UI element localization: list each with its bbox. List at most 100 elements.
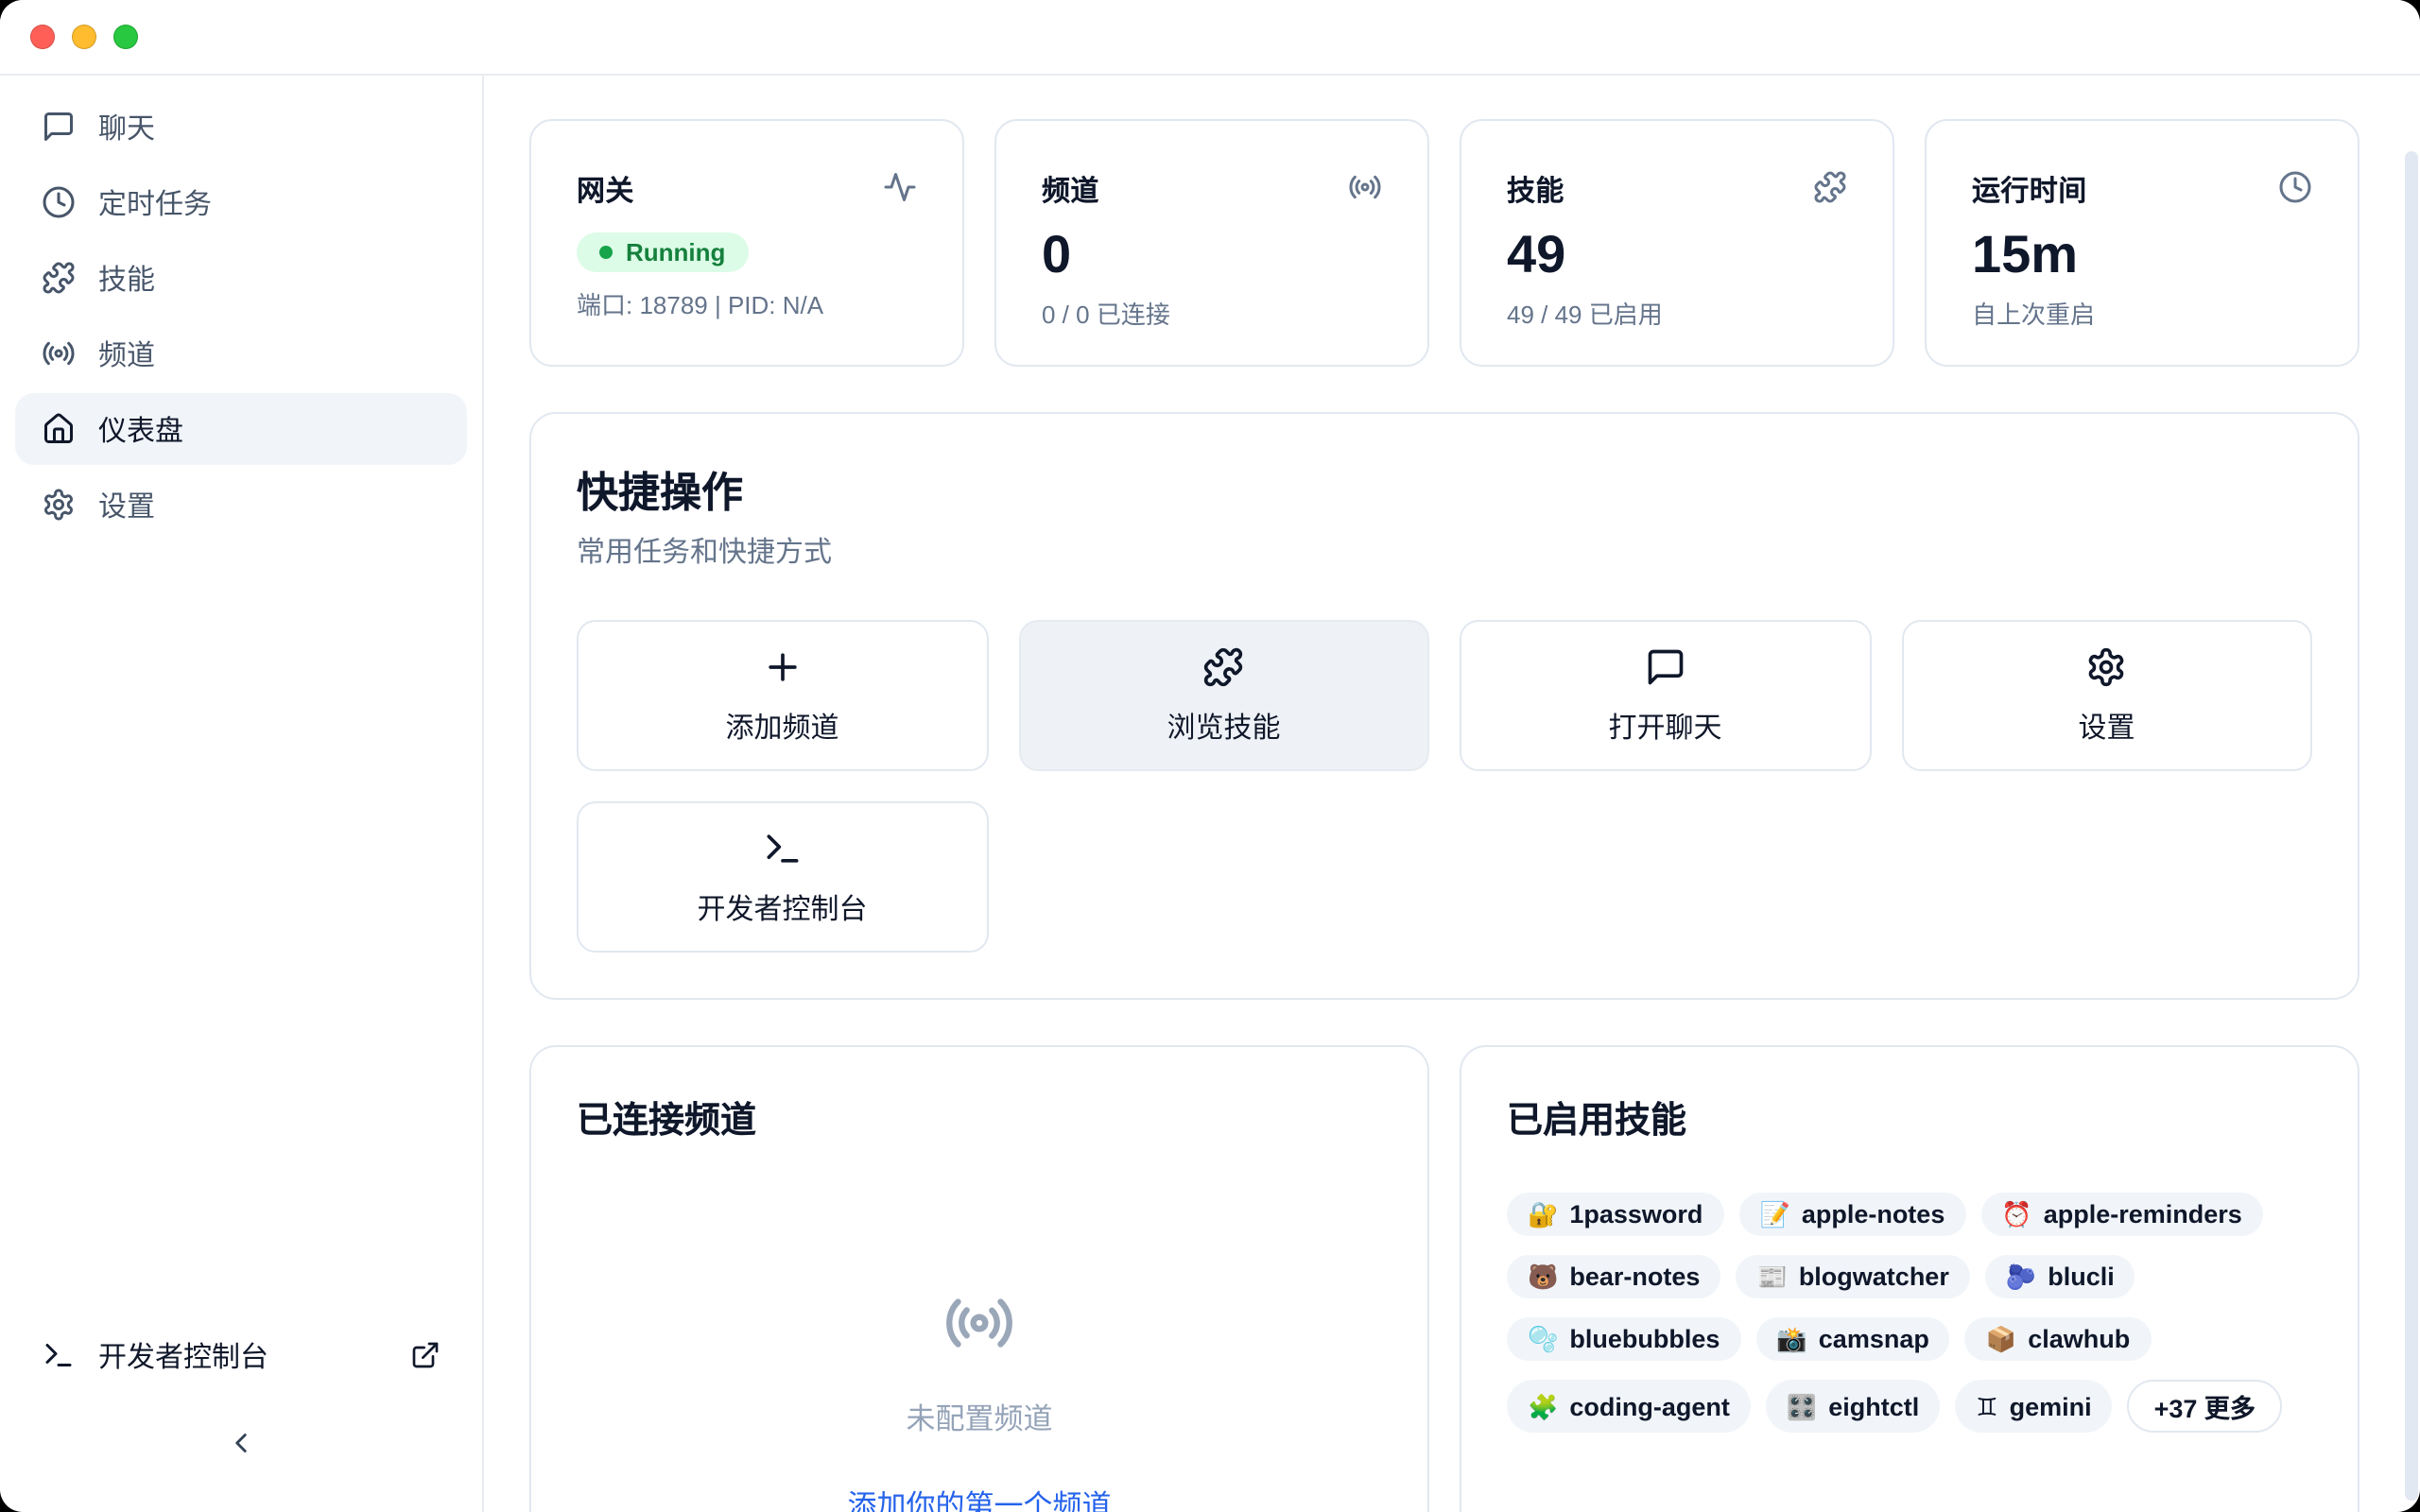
- quick-action-settings[interactable]: 设置: [1901, 620, 2312, 771]
- enabled-skills-card: 已启用技能 🔐1password 📝 apple-notes ⏰ apple-remin…: [1460, 1045, 2360, 1512]
- scrollbar-thumb[interactable]: [2405, 151, 2418, 1501]
- skill-emoji: 📝: [1759, 1202, 1789, 1227]
- stat-card-subtext: 49 / 49 已启用: [1507, 295, 1847, 331]
- skill-chip-gemini[interactable]: ♊gemini: [1955, 1380, 2112, 1433]
- skill-name: coding-agent: [1569, 1392, 1730, 1420]
- skill-emoji: 🔐: [1528, 1202, 1558, 1227]
- skill-name: bear-notes: [1569, 1263, 1700, 1291]
- minimize-button[interactable]: [72, 25, 96, 49]
- sidebar-item-skills[interactable]: 技能: [15, 242, 467, 314]
- stat-card-subtext: 0 / 0 已连接: [1042, 295, 1382, 331]
- stats-row: 网关Running端口: 18789 | PID: N/A频道00 / 0 已连…: [529, 119, 2360, 367]
- close-button[interactable]: [30, 25, 55, 49]
- sidebar-item-label: 仪表盘: [98, 409, 183, 449]
- app-window: 聊天定时任务技能频道仪表盘设置 开发者控制台 网关Running端口: 1878…: [0, 0, 2420, 1512]
- enabled-skills-title: 已启用技能: [1507, 1092, 2312, 1143]
- skill-chip-1password[interactable]: 🔐1password: [1507, 1193, 1723, 1236]
- stat-card-title: 频道: [1042, 170, 1099, 210]
- skill-emoji: ♊: [1976, 1394, 1997, 1418]
- clock-icon: [2278, 170, 2312, 204]
- sidebar-nav: 聊天定时任务技能频道仪表盘设置: [15, 91, 467, 544]
- stat-card-value: 15m: [1972, 229, 2312, 282]
- quick-action-dev-console[interactable]: 开发者控制台: [577, 801, 988, 953]
- skill-chip-clawhub[interactable]: 📦 clawhub: [1965, 1317, 2151, 1361]
- channels-empty-state: 未配置频道 添加你的第一个频道: [577, 1287, 1382, 1512]
- dev-console-label: 开发者控制台: [98, 1335, 268, 1375]
- puzzle-icon: [1203, 645, 1245, 687]
- app-body: 聊天定时任务技能频道仪表盘设置 开发者控制台 网关Running端口: 1878…: [0, 76, 2420, 1512]
- skill-chip-bluebubbles[interactable]: 🫧 bluebubbles: [1507, 1317, 1740, 1361]
- sidebar-item-label: 聊天: [98, 107, 155, 146]
- terminal-icon: [762, 827, 804, 868]
- quick-actions-card: 快捷操作 常用任务和快捷方式 添加频道浏览技能打开聊天设置开发者控制台: [529, 412, 2360, 1000]
- chat-icon: [42, 110, 76, 144]
- quick-action-label: 添加频道: [725, 706, 838, 746]
- sidebar-item-channels[interactable]: 频道: [15, 318, 467, 389]
- quick-action-add-channel[interactable]: 添加频道: [577, 620, 988, 771]
- sidebar-dev-console[interactable]: 开发者控制台: [15, 1317, 467, 1393]
- stat-card-value: 0: [1042, 229, 1382, 282]
- plus-icon: [762, 645, 804, 687]
- skill-emoji: 📦: [1986, 1327, 2016, 1351]
- skill-chip-bear-notes[interactable]: 🐻 bear-notes: [1507, 1255, 1720, 1298]
- skill-name: blogwatcher: [1799, 1263, 1949, 1291]
- sidebar: 聊天定时任务技能频道仪表盘设置 开发者控制台: [0, 76, 484, 1512]
- terminal-icon: [42, 1338, 76, 1372]
- connected-channels-title: 已连接频道: [577, 1092, 1382, 1143]
- sidebar-item-label: 设置: [98, 485, 155, 524]
- quick-action-label: 设置: [2078, 706, 2135, 746]
- skill-chip-eightctl[interactable]: 🎛️eightctl: [1766, 1380, 1940, 1433]
- skill-name: camsnap: [1819, 1325, 1929, 1353]
- quick-actions-title: 快捷操作: [577, 459, 2312, 520]
- skill-name: apple-reminders: [2044, 1200, 2242, 1228]
- skill-name: apple-notes: [1802, 1200, 1945, 1228]
- sidebar-item-settings[interactable]: 设置: [15, 469, 467, 541]
- skill-chip-coding-agent[interactable]: 🧩 coding-agent: [1507, 1380, 1751, 1433]
- zoom-button[interactable]: [113, 25, 138, 49]
- skill-emoji: 🫐: [2006, 1264, 2036, 1289]
- skill-name: clawhub: [2028, 1325, 2130, 1353]
- quick-action-open-chat[interactable]: 打开聊天: [1460, 620, 1871, 771]
- skill-name: blucli: [2048, 1263, 2115, 1291]
- skill-emoji: 📰: [1756, 1264, 1787, 1289]
- skills-chip-list: 🔐1password 📝 apple-notes ⏰ apple-reminders 🐻 b…: [1507, 1193, 2312, 1433]
- skill-emoji: 🐻: [1528, 1264, 1558, 1289]
- radio-icon-slot: [943, 1287, 1015, 1359]
- skill-emoji: ⏰: [2001, 1202, 2031, 1227]
- traffic-lights: [30, 25, 138, 49]
- stat-card-gateway: 网关Running端口: 18789 | PID: N/A: [529, 119, 964, 367]
- chat-icon: [1645, 645, 1686, 687]
- channels-empty-text: 未配置频道: [906, 1397, 1052, 1438]
- skill-chip-camsnap[interactable]: 📸camsnap: [1755, 1317, 1949, 1361]
- sidebar-item-dashboard[interactable]: 仪表盘: [15, 393, 467, 465]
- external-link-icon[interactable]: [410, 1340, 441, 1370]
- skill-emoji: 🧩: [1528, 1394, 1558, 1418]
- bottom-row: 已连接频道 未配置频道 添加你的第一个频道 已启用技能 🔐1password 📝 a…: [529, 1045, 2360, 1512]
- skill-chip-blucli[interactable]: 🫐 blucli: [1985, 1255, 2135, 1298]
- quick-action-label: 浏览技能: [1167, 706, 1280, 746]
- stat-card-skills: 技能4949 / 49 已启用: [1460, 119, 1894, 367]
- status-badge-label: Running: [626, 238, 725, 266]
- stat-card-subtext: 自上次重启: [1972, 295, 2312, 331]
- sidebar-item-tasks[interactable]: 定时任务: [15, 166, 467, 238]
- quick-actions-grid: 添加频道 浏览技能 打开聊天设置开发者控制台: [577, 620, 2312, 953]
- chevron-left-icon: [225, 1427, 257, 1459]
- sidebar-item-chat[interactable]: 聊天: [15, 91, 467, 163]
- skill-chip-apple-notes[interactable]: 📝 apple-notes: [1738, 1193, 1965, 1236]
- gear-icon: [2086, 645, 2128, 687]
- status-dot: [599, 246, 613, 259]
- stat-card-value: 49: [1507, 229, 1847, 282]
- skill-name: bluebubbles: [1569, 1325, 1720, 1353]
- quick-action-browse-skills[interactable]: 浏览技能: [1018, 620, 1429, 771]
- more-skills-chip[interactable]: +37 更多: [2128, 1380, 2282, 1433]
- skill-emoji: 🫧: [1528, 1327, 1558, 1351]
- skill-chip-apple-reminders[interactable]: ⏰ apple-reminders: [1980, 1193, 2262, 1236]
- external-link-icon-slot[interactable]: [410, 1340, 441, 1370]
- skill-chip-blogwatcher[interactable]: 📰 blogwatcher: [1736, 1255, 1969, 1298]
- stat-card-title: 网关: [577, 170, 634, 210]
- add-first-channel-link[interactable]: 添加你的第一个频道: [847, 1484, 1111, 1512]
- titlebar: [0, 0, 2420, 76]
- puzzle-icon: [42, 261, 76, 295]
- sidebar-item-label: 技能: [98, 258, 155, 298]
- sidebar-collapse-button[interactable]: [217, 1419, 265, 1467]
